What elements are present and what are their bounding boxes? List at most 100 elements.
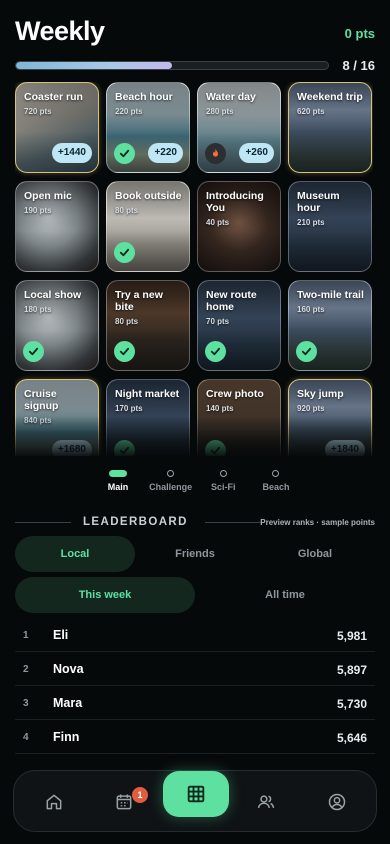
challenge-card[interactable]: Two-mile trail 160 pts (288, 280, 372, 371)
challenge-points: 920 pts (297, 404, 325, 413)
challenge-card[interactable]: Cruise signup 840 pts +1680 (15, 379, 99, 456)
header: Weekly 0 pts (15, 16, 375, 52)
leaderboard-row[interactable]: 2 Nova 5,897 (15, 652, 375, 686)
challenge-points: 160 pts (297, 305, 325, 314)
challenge-card[interactable]: Water day 280 pts +260 (197, 82, 281, 173)
challenge-card[interactable]: Local show 180 pts (15, 280, 99, 371)
challenge-card[interactable]: Book outside 80 pts (106, 181, 190, 272)
mode-indicator (219, 470, 227, 477)
check-icon (114, 341, 135, 362)
mode-beach[interactable]: Beach (250, 470, 302, 494)
challenge-name: Cruise signup (24, 388, 59, 412)
challenge-card[interactable]: Night market 170 pts (106, 379, 190, 456)
mode-label: Sci-Fi (211, 482, 236, 492)
challenge-points: 620 pts (297, 107, 325, 116)
challenge-grid[interactable]: Coaster run 720 pts +1440 Beach hour 220 pts… (15, 82, 373, 456)
profile-icon[interactable] (326, 791, 348, 813)
bonus-pill: +260 (239, 143, 274, 163)
rank: 1 (23, 630, 29, 641)
challenge-title: Two-mile trail 160 pts (297, 289, 365, 316)
scope-tabs: Local Friends Global (15, 536, 375, 572)
challenge-name: Weekend trip (297, 91, 363, 103)
mode-indicator (272, 470, 280, 477)
rank: 4 (23, 732, 29, 743)
period-tabs: This week All time (15, 577, 375, 613)
check-icon (296, 341, 317, 362)
challenge-points: 70 pts (206, 317, 230, 326)
flame-icon (205, 143, 226, 164)
grid-button[interactable] (163, 771, 229, 817)
player-name: Mara (53, 696, 83, 710)
check-icon (114, 143, 135, 164)
leaderboard-title: LEADERBOARD (83, 516, 188, 528)
player-name: Finn (53, 730, 80, 744)
challenge-points: 840 pts (24, 416, 52, 425)
people-icon[interactable] (255, 791, 277, 813)
check-icon (205, 440, 226, 456)
mode-indicator (167, 470, 175, 477)
challenge-card[interactable]: Introducing You 40 pts (197, 181, 281, 272)
progress-fill (16, 62, 172, 69)
challenge-title: Try a new bite 80 pts (115, 289, 183, 328)
rank: 2 (23, 664, 29, 675)
challenge-name: Book outside (115, 190, 182, 202)
challenge-name: New route home (206, 289, 257, 313)
weekly-progress-bar (15, 61, 329, 70)
player-score: 5,897 (336, 663, 367, 677)
challenge-name: Coaster run (24, 91, 83, 103)
challenge-title: Night market 170 pts (115, 388, 183, 415)
leaderboard-list: 1 Eli 5,981 2 Nova 5,897 3 Mara 5,730 4 Finn 5,646 (15, 618, 375, 754)
challenge-title: Coaster run 720 pts (24, 91, 92, 118)
challenge-title: Introducing You 40 pts (206, 190, 274, 229)
mode-challenge[interactable]: Challenge (145, 470, 197, 494)
mode-scifi[interactable]: Sci-Fi (197, 470, 249, 494)
player-name: Nova (53, 662, 84, 676)
challenge-title: Weekend trip 620 pts (297, 91, 365, 118)
calendar-badge: 1 (132, 787, 148, 803)
tab-global[interactable]: Global (255, 536, 375, 572)
player-score: 5,730 (336, 697, 367, 711)
player-score: 5,981 (336, 629, 367, 643)
progress-count: 8 / 16 (342, 58, 375, 73)
divider (205, 522, 262, 523)
challenge-points: 720 pts (24, 107, 52, 116)
challenge-name: Water day (206, 91, 256, 103)
leaderboard-row[interactable]: 4 Finn 5,646 (15, 720, 375, 754)
challenge-points: 140 pts (206, 404, 234, 413)
challenge-card[interactable]: Museum hour 210 pts (288, 181, 372, 272)
challenge-points: 220 pts (115, 107, 143, 116)
check-icon (205, 341, 226, 362)
home-icon[interactable] (43, 791, 65, 813)
challenge-card[interactable]: Sky jump 920 pts +1840 (288, 379, 372, 456)
challenge-card[interactable]: Coaster run 720 pts +1440 (15, 82, 99, 173)
challenge-name: Sky jump (297, 388, 344, 400)
challenge-title: Sky jump 920 pts (297, 388, 365, 415)
challenge-card[interactable]: Crew photo 140 pts (197, 379, 281, 456)
mode-label: Challenge (149, 482, 193, 492)
challenge-title: Crew photo 140 pts (206, 388, 274, 415)
check-icon (114, 242, 135, 263)
leaderboard-note: Preview ranks · sample points (260, 518, 375, 527)
challenge-card[interactable]: New route home 70 pts (197, 280, 281, 371)
tab-friends[interactable]: Friends (135, 536, 255, 572)
divider (15, 522, 71, 523)
challenge-points: 280 pts (206, 107, 234, 116)
leaderboard-row[interactable]: 3 Mara 5,730 (15, 686, 375, 720)
challenge-card[interactable]: Beach hour 220 pts +220 (106, 82, 190, 173)
tab-local[interactable]: Local (15, 536, 135, 572)
tab-all-time[interactable]: All time (195, 577, 375, 613)
challenge-points: 80 pts (115, 206, 139, 215)
challenge-points: 80 pts (115, 317, 139, 326)
challenge-name: Museum hour (297, 190, 340, 214)
mode-indicator (109, 470, 127, 477)
tab-this-week[interactable]: This week (15, 577, 195, 613)
challenge-name: Try a new bite (115, 289, 163, 313)
leaderboard-header: LEADERBOARD Preview ranks · sample point… (15, 516, 375, 530)
challenge-card[interactable]: Try a new bite 80 pts (106, 280, 190, 371)
leaderboard-row[interactable]: 1 Eli 5,981 (15, 618, 375, 652)
mode-main[interactable]: Main (92, 470, 144, 494)
player-score: 5,646 (336, 731, 367, 745)
challenge-card[interactable]: Weekend trip 620 pts (288, 82, 372, 173)
mode-label: Main (107, 482, 129, 492)
challenge-card[interactable]: Open mic 190 pts (15, 181, 99, 272)
